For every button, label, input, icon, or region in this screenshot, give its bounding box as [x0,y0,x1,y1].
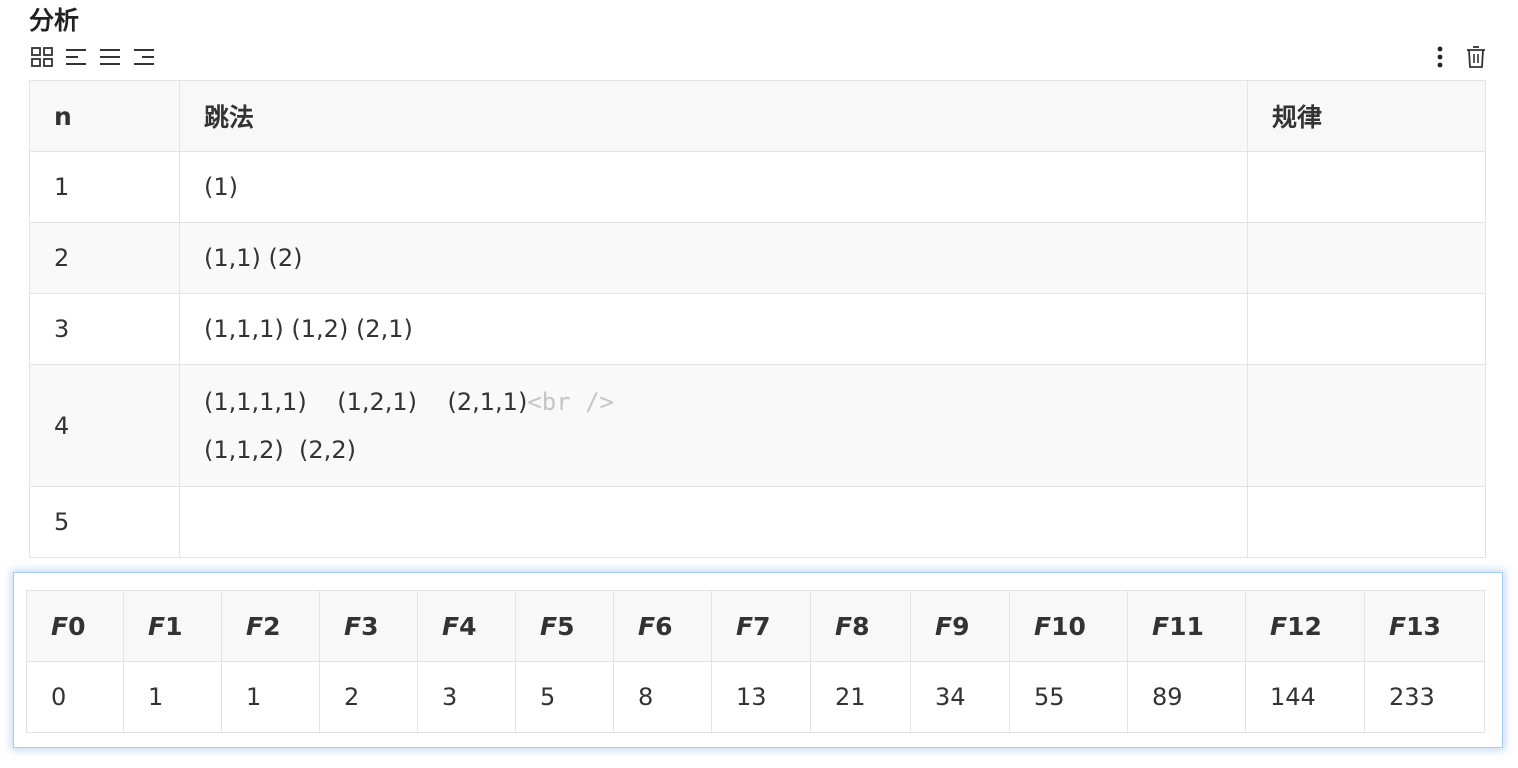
cell-jump-methods[interactable]: (1,1,1,1) (1,2,1) (2,1,1)<br /> (1,1,2) … [179,364,1248,487]
cell-n[interactable]: 3 [29,293,180,365]
cell-jump-methods[interactable]: (1,1,1) (1,2) (2,1) [179,293,1248,365]
table-row: 3 (1,1,1) (1,2) (2,1) [29,293,1486,365]
fib-index: 5 [557,611,575,641]
cell-jump-methods[interactable]: (1) [179,151,1248,223]
fib-header-cell[interactable]: F9 [910,590,1010,662]
align-left-icon[interactable] [63,44,89,70]
table-header-row: n 跳法 规律 [29,80,1486,152]
fib-header-cell[interactable]: F4 [417,590,516,662]
fib-value-cell[interactable]: 89 [1127,661,1246,733]
fib-letter: F [1152,611,1170,641]
fib-header-cell[interactable]: F3 [319,590,418,662]
fib-value-cell[interactable]: 3 [417,661,516,733]
cell-pattern[interactable] [1247,293,1486,365]
fib-letter: F [246,611,264,641]
fib-letter: F [736,611,754,641]
table-row: 1 (1) [29,151,1486,223]
fib-header-cell[interactable]: F10 [1009,590,1128,662]
fib-value-cell[interactable]: 21 [810,661,911,733]
fib-value-cell[interactable]: 13 [711,661,811,733]
table-row: 2 (1,1) (2) [29,222,1486,294]
fib-header-cell[interactable]: F6 [613,590,712,662]
fib-index: 0 [68,611,86,641]
header-jump-methods[interactable]: 跳法 [179,80,1248,152]
fibonacci-table: F0 F1 F2 F3 F4 F5 F6 F7 F8 F9 F10 F11 F12 F13 0112358… [26,590,1485,733]
cell-jump-methods[interactable] [179,486,1248,558]
fib-header-cell[interactable]: F7 [711,590,811,662]
fib-index: 13 [1406,611,1441,641]
header-n[interactable]: n [29,80,180,152]
fib-index: 8 [852,611,870,641]
fib-letter: F [1270,611,1288,641]
cell-pattern[interactable] [1247,364,1486,487]
fib-index: 3 [361,611,379,641]
cell-n[interactable]: 5 [29,486,180,558]
cell-line: (1,1,2) (2,2) [204,435,356,464]
cell-pattern[interactable] [1247,151,1486,223]
fibonacci-table-block[interactable]: F0 F1 F2 F3 F4 F5 F6 F7 F8 F9 F10 F11 F12 F13 0112358… [13,572,1503,748]
fib-header-cell[interactable]: F2 [221,590,320,662]
fib-header-cell[interactable]: F12 [1245,590,1365,662]
section-heading: 分析 [29,6,80,35]
fib-index: 4 [459,611,477,641]
cell-n[interactable]: 2 [29,222,180,294]
align-center-icon[interactable] [97,44,123,70]
fib-index: 2 [263,611,281,641]
fib-index: 7 [753,611,771,641]
fib-letter: F [935,611,953,641]
fib-index: 1 [165,611,183,641]
more-vertical-icon[interactable] [1427,44,1453,70]
table-row: 4 (1,1,1,1) (1,2,1) (2,1,1)<br /> (1,1,2… [29,364,1486,487]
fib-value-cell[interactable]: 2 [319,661,418,733]
align-right-icon[interactable] [131,44,157,70]
fib-values-row: 0 1 1 2 3 5 8 13 21 34 55 89 144 233 [26,661,1485,733]
table-row: 5 [29,486,1486,558]
cell-pattern[interactable] [1247,486,1486,558]
fib-letter: F [1034,611,1052,641]
html-br-tag: <br /> [527,387,615,416]
fib-value-cell[interactable]: 55 [1009,661,1128,733]
header-pattern[interactable]: 规律 [1247,80,1486,152]
fib-letter: F [1389,611,1407,641]
fib-index: 10 [1051,611,1086,641]
analysis-table: n 跳法 规律 1 (1) 2 (1,1) (2) 3 (1,1,1) (1,2… [29,80,1486,558]
fib-header-cell[interactable]: F13 [1364,590,1485,662]
fib-header-cell[interactable]: F8 [810,590,911,662]
fib-value-cell[interactable]: 1 [123,661,222,733]
trash-icon[interactable] [1463,44,1489,70]
fib-letter: F [51,611,69,641]
fib-letter: F [835,611,853,641]
fib-value-cell[interactable]: 1 [221,661,320,733]
table-grid-icon[interactable] [29,44,55,70]
fib-value-cell[interactable]: 5 [515,661,614,733]
fib-letter: F [638,611,656,641]
fib-header-cell[interactable]: F11 [1127,590,1246,662]
fib-letter: F [540,611,558,641]
fib-value-cell[interactable]: 8 [613,661,712,733]
fib-header-cell[interactable]: F1 [123,590,222,662]
cell-pattern[interactable] [1247,222,1486,294]
fib-header-cell[interactable]: F0 [26,590,124,662]
fib-value-cell[interactable]: 144 [1245,661,1365,733]
cell-line: (1,1,1,1) (1,2,1) (2,1,1) [204,387,528,416]
table-toolbar [29,44,1489,72]
fib-header-cell[interactable]: F5 [515,590,614,662]
fib-index: 12 [1287,611,1322,641]
cell-jump-methods[interactable]: (1,1) (2) [179,222,1248,294]
fib-header-row: F0 F1 F2 F3 F4 F5 F6 F7 F8 F9 F10 F11 F12 F13 [26,590,1485,662]
fib-value-cell[interactable]: 0 [26,661,124,733]
fib-letter: F [148,611,166,641]
fib-letter: F [442,611,460,641]
cell-n[interactable]: 4 [29,364,180,487]
fib-value-cell[interactable]: 233 [1364,661,1485,733]
fib-value-cell[interactable]: 34 [910,661,1010,733]
cell-n[interactable]: 1 [29,151,180,223]
fib-index: 11 [1169,611,1204,641]
fib-index: 9 [952,611,970,641]
fib-letter: F [344,611,362,641]
fib-index: 6 [655,611,673,641]
